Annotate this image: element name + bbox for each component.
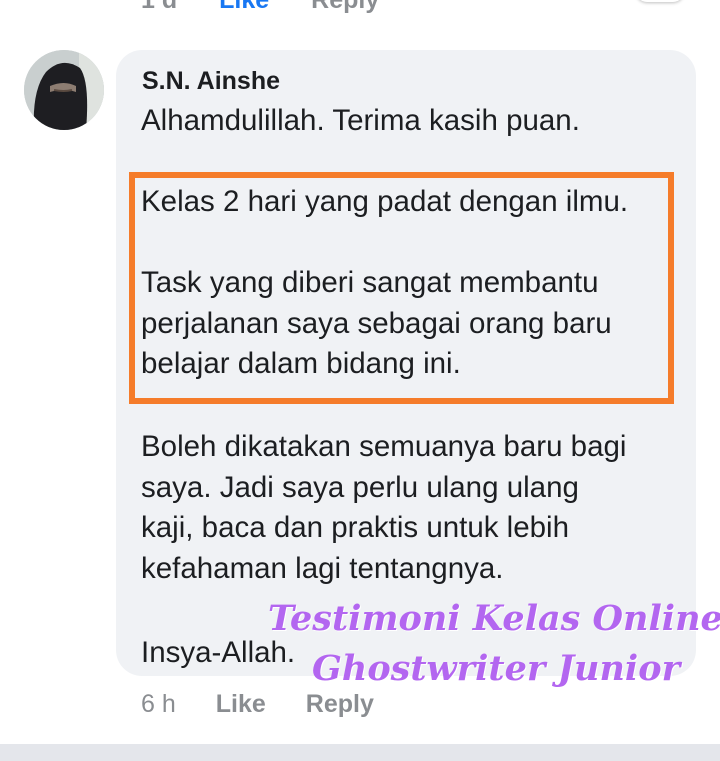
bottom-divider	[0, 744, 720, 761]
previous-comment-actions: 1 d Like Reply	[141, 0, 379, 14]
comment-paragraph-3: Insya-Allah.	[141, 636, 296, 669]
avatar-image	[24, 50, 104, 130]
reaction-count-badge[interactable]	[636, 0, 684, 2]
comment-time[interactable]: 6 h	[141, 690, 176, 722]
comment-paragraph-2: Boleh dikatakan semuanya baru bagi saya.…	[141, 430, 627, 585]
comment-actions: 6 h Like Reply	[141, 690, 374, 722]
comment-author[interactable]: S.N. Ainshe	[142, 67, 280, 96]
previous-like-button[interactable]: Like	[219, 0, 269, 14]
comment-highlighted-text: Kelas 2 hari yang padat dengan ilmu. Tas…	[141, 185, 629, 380]
watermark-line-1: Testimoni Kelas Online	[268, 598, 720, 639]
previous-comment-time: 1 d	[141, 0, 178, 14]
watermark-line-2: Ghostwriter Junior	[312, 648, 681, 689]
previous-reply-button[interactable]: Reply	[311, 0, 379, 14]
reply-button[interactable]: Reply	[306, 690, 374, 722]
comment-paragraph-1: Alhamdulillah. Terima kasih puan.	[141, 104, 580, 137]
like-button[interactable]: Like	[216, 690, 266, 722]
avatar[interactable]	[24, 50, 104, 130]
